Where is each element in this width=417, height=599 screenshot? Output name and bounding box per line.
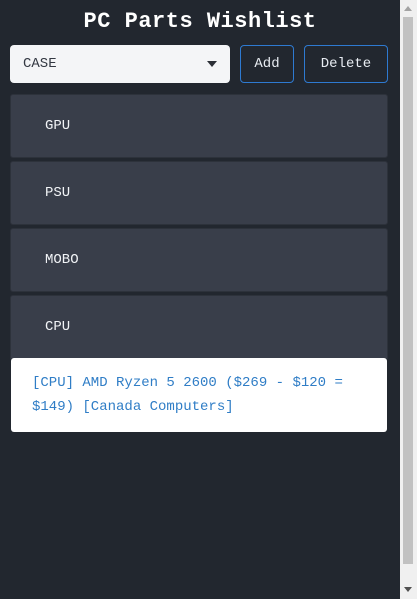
caret-down-icon <box>207 61 217 67</box>
add-button[interactable]: Add <box>240 45 294 83</box>
part-detail-panel: [CPU] AMD Ryzen 5 2600 ($269 - $120 = $1… <box>11 358 387 432</box>
category-select-value: CASE <box>23 56 57 72</box>
category-select[interactable]: CASE <box>10 45 230 83</box>
app-container: PC Parts Wishlist CASE Add Delete GPU PS… <box>0 0 400 599</box>
page-title: PC Parts Wishlist <box>83 9 317 34</box>
scrollbar-thumb[interactable] <box>403 17 413 564</box>
part-item-cpu[interactable]: CPU <box>10 295 388 359</box>
part-item-gpu[interactable]: GPU <box>10 94 388 158</box>
part-item-mobo[interactable]: MOBO <box>10 228 388 292</box>
scroll-down-arrow-icon[interactable] <box>404 587 412 592</box>
delete-button[interactable]: Delete <box>304 45 388 83</box>
part-item-label: CPU <box>45 319 71 335</box>
vertical-scrollbar[interactable] <box>400 0 417 599</box>
part-detail-link[interactable]: [CPU] AMD Ryzen 5 2600 ($269 - $120 = $1… <box>32 375 343 415</box>
part-item-label: MOBO <box>45 252 79 268</box>
part-item-label: GPU <box>45 118 71 134</box>
scroll-up-arrow-icon[interactable] <box>404 6 412 11</box>
part-item-label: PSU <box>45 185 71 201</box>
part-item-psu[interactable]: PSU <box>10 161 388 225</box>
